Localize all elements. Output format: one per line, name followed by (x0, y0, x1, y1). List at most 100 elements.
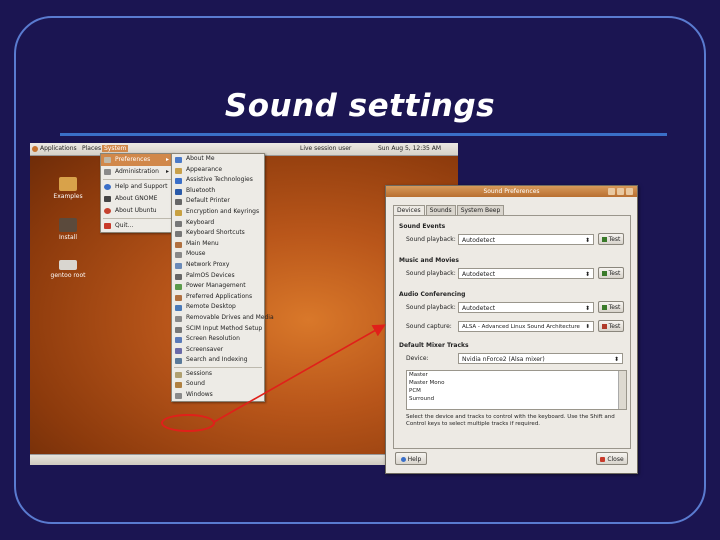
network-icon (175, 262, 182, 269)
menu-item-help[interactable]: Help and Support (101, 181, 173, 193)
menu-item-about-ubuntu[interactable]: About Ubuntu (101, 205, 173, 217)
menu-item-windows[interactable]: Windows (172, 390, 264, 401)
close-icon (600, 457, 606, 462)
menu-item-appearance[interactable]: Appearance (172, 165, 264, 176)
dropdown-arrow-icon: ⬍ (585, 324, 590, 330)
system-dropdown-menu: Preferences ▸ Administration ▸ Help and Su… (100, 153, 174, 233)
menu-item-power-management[interactable]: Power Management (172, 281, 264, 292)
power-icon (175, 284, 182, 291)
install-icon (59, 218, 77, 232)
desktop-icon-drive[interactable]: gentoo root (48, 260, 88, 279)
help-icon (104, 184, 111, 190)
menu-item-mouse[interactable]: Mouse (172, 249, 264, 260)
list-item[interactable]: Surround (407, 395, 626, 403)
list-item[interactable]: PCM (407, 387, 626, 395)
clock[interactable]: Sun Aug 5, 12:35 AM (378, 145, 441, 152)
menu-item-screen-resolution[interactable]: Screen Resolution (172, 334, 264, 345)
screen-icon (175, 337, 182, 344)
places-menu[interactable]: Places (82, 145, 101, 152)
menu-item-about-me[interactable]: About Me (172, 154, 264, 165)
window-icon (175, 393, 182, 400)
tab-system-beep[interactable]: System Beep (456, 205, 505, 215)
section-mixer-tracks: Default Mixer Tracks (399, 342, 469, 349)
preferences-submenu: About Me Appearance Assistive Technologies… (171, 153, 274, 402)
menu-item-administration[interactable]: Administration ▸ (101, 166, 173, 178)
conferencing-capture-test-button[interactable]: Test (598, 320, 624, 332)
desktop-icon-examples[interactable]: Examples (48, 177, 88, 200)
dropdown-arrow-icon: ⬍ (613, 356, 619, 363)
list-item[interactable]: Master Mono (407, 379, 626, 387)
mixer-tracks-list[interactable]: Master Master Mono PCM Surround (406, 370, 627, 410)
menu-item-search-and-indexing[interactable]: Search and Indexing (172, 355, 264, 366)
menu-item-assistive-technologies[interactable]: Assistive Technologies (172, 175, 264, 186)
test-icon (601, 305, 607, 310)
drive-icon (175, 315, 182, 322)
test-icon (601, 237, 607, 242)
list-item[interactable]: Master (407, 371, 626, 379)
devices-panel: Sound Events Sound playback: Autodetect ⬍… (393, 215, 631, 449)
mixer-device-select[interactable]: Nvidia nForce2 (Alsa mixer) ⬍ (458, 353, 623, 364)
minimize-icon[interactable] (608, 188, 615, 195)
menu-item-network-proxy[interactable]: Network Proxy (172, 260, 264, 271)
sound-events-playback-select[interactable]: Autodetect ⬍ (458, 234, 594, 245)
dropdown-arrow-icon: ⬍ (584, 271, 590, 278)
desktop-icon-install[interactable]: Install (48, 218, 88, 241)
tab-bar: Devices Sounds System Beep (393, 205, 505, 215)
keyboard-icon (175, 220, 182, 227)
conferencing-playback-select[interactable]: Autodetect ⬍ (458, 302, 594, 313)
help-button[interactable]: Help (395, 452, 427, 465)
printer-icon (175, 199, 182, 206)
conferencing-capture-select[interactable]: ALSA - Advanced Linux Sound Architecture… (458, 321, 594, 332)
search-icon (175, 358, 182, 365)
menu-item-preferences[interactable]: Preferences ▸ (101, 154, 173, 166)
quit-icon (104, 223, 111, 229)
sound-events-test-button[interactable]: Test (598, 233, 624, 245)
sound-preferences-dialog: Sound Preferences Devices Sounds System Be… (385, 185, 638, 474)
menu-item-default-printer[interactable]: Default Printer (172, 196, 264, 207)
maximize-icon[interactable] (617, 188, 624, 195)
menu-item-quit[interactable]: Quit... (101, 220, 173, 232)
palm-icon (175, 273, 182, 280)
menu-item-removable-drives-and-media[interactable]: Removable Drives and Media (172, 313, 274, 324)
title-rule (60, 133, 667, 136)
menu-item-encryption-and-keyrings[interactable]: Encryption and Keyrings (172, 207, 264, 218)
menu-separator (103, 179, 171, 180)
sound-item-highlight (161, 414, 215, 432)
sound-icon (175, 382, 182, 389)
menu-item-keyboard-shortcuts[interactable]: Keyboard Shortcuts (172, 228, 264, 239)
menu-item-bluetooth[interactable]: Bluetooth (172, 186, 264, 197)
slide-title: Sound settings (224, 88, 496, 124)
menu-item-scim-input-method-setup[interactable]: SCIM Input Method Setup (172, 324, 264, 335)
menu-item-palmos-devices[interactable]: PalmOS Devices (172, 271, 264, 282)
menu-item-about-gnome[interactable]: About GNOME (101, 193, 173, 205)
help-icon (400, 457, 406, 462)
record-icon (601, 324, 607, 329)
menu-item-sessions[interactable]: Sessions (172, 369, 264, 380)
section-sound-events: Sound Events (399, 223, 446, 230)
menu-separator (103, 218, 171, 219)
menu-item-main-menu[interactable]: Main Menu (172, 239, 264, 250)
menu-item-remote-desktop[interactable]: Remote Desktop (172, 302, 264, 313)
scrollbar[interactable] (618, 371, 626, 409)
session-icon (175, 371, 182, 378)
menu-item-preferred-applications[interactable]: Preferred Applications (172, 292, 264, 303)
submenu-arrow-icon: ▸ (165, 168, 169, 175)
person-icon (175, 157, 182, 163)
menu-item-sound[interactable]: Sound (172, 379, 264, 390)
music-playback-select[interactable]: Autodetect ⬍ (458, 268, 594, 279)
menu-icon (175, 241, 182, 248)
key-icon (175, 209, 182, 216)
close-window-icon[interactable] (626, 188, 633, 195)
music-test-button[interactable]: Test (598, 267, 624, 279)
tab-devices[interactable]: Devices (393, 205, 425, 215)
applications-menu[interactable]: Applications (40, 145, 77, 152)
close-button[interactable]: Close (596, 452, 628, 465)
shortcut-icon (175, 231, 182, 238)
accessibility-icon (175, 178, 182, 185)
system-menu[interactable]: System (102, 145, 129, 152)
mixer-device-label: Device: (406, 355, 429, 362)
conferencing-playback-test-button[interactable]: Test (598, 301, 624, 313)
tab-sounds[interactable]: Sounds (425, 205, 456, 215)
menu-item-screensaver[interactable]: Screensaver (172, 345, 264, 356)
menu-item-keyboard[interactable]: Keyboard (172, 218, 264, 229)
